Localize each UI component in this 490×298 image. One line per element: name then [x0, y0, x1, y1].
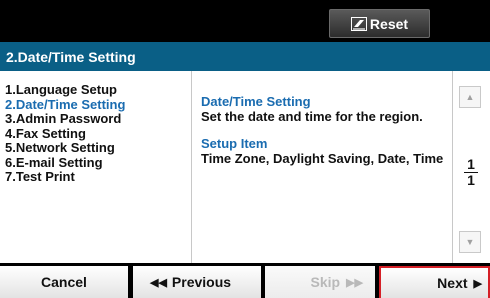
eraser-icon — [350, 16, 367, 31]
previous-button[interactable]: ◀◀ Previous — [133, 266, 261, 298]
next-label: Next — [437, 275, 468, 291]
page-indicator: 1 1 — [461, 157, 481, 188]
menu-item-language-setup[interactable]: 1.Language Setup — [5, 82, 191, 98]
setup-item-list: Time Zone, Daylight Saving, Date, Time — [201, 151, 444, 166]
detail-description: Set the date and time for the region. — [201, 109, 423, 124]
menu-item-fax-setting[interactable]: 4.Fax Setting — [5, 126, 191, 142]
menu-item-email-setting[interactable]: 6.E-mail Setting — [5, 155, 191, 171]
total-pages: 1 — [467, 172, 475, 188]
bottom-bar: Cancel ◀◀ Previous Skip ▶▶ Next ▶ — [0, 263, 490, 298]
setup-menu: 1.Language Setup 2.Date/Time Setting 3.A… — [0, 71, 192, 263]
scroll-panel: ▲ 1 1 ▼ — [452, 71, 490, 263]
menu-item-admin-password[interactable]: 3.Admin Password — [5, 111, 191, 127]
page-title: 2.Date/Time Setting — [0, 42, 490, 71]
double-chevron-left-icon: ◀◀ — [150, 276, 167, 289]
previous-label: Previous — [171, 274, 232, 290]
scroll-up-button[interactable]: ▲ — [459, 86, 481, 108]
main-panel: 1.Language Setup 2.Date/Time Setting 3.A… — [0, 71, 490, 263]
triangle-down-icon: ▼ — [465, 237, 475, 247]
menu-item-network-setting[interactable]: 5.Network Setting — [5, 140, 191, 156]
skip-button[interactable]: Skip ▶▶ — [265, 266, 375, 298]
setup-item-heading: Setup Item — [201, 136, 268, 151]
next-button[interactable]: Next ▶ — [379, 266, 490, 298]
detail-heading: Date/Time Setting — [201, 94, 311, 109]
cancel-label: Cancel — [41, 274, 87, 290]
triangle-right-icon: ▶ — [473, 277, 482, 290]
menu-item-test-print[interactable]: 7.Test Print — [5, 169, 191, 185]
cancel-button[interactable]: Cancel — [0, 266, 128, 298]
skip-label: Skip — [310, 274, 341, 290]
top-bar: Reset — [0, 0, 490, 42]
current-page: 1 — [467, 156, 475, 172]
detail-panel: Date/Time Setting Set the date and time … — [201, 95, 449, 167]
double-chevron-right-icon: ▶▶ — [346, 276, 363, 289]
reset-button[interactable]: Reset — [329, 9, 430, 38]
menu-item-date-time-setting[interactable]: 2.Date/Time Setting — [5, 97, 191, 113]
triangle-up-icon: ▲ — [465, 92, 475, 102]
reset-label: Reset — [369, 15, 409, 32]
scroll-down-button[interactable]: ▼ — [459, 231, 481, 253]
